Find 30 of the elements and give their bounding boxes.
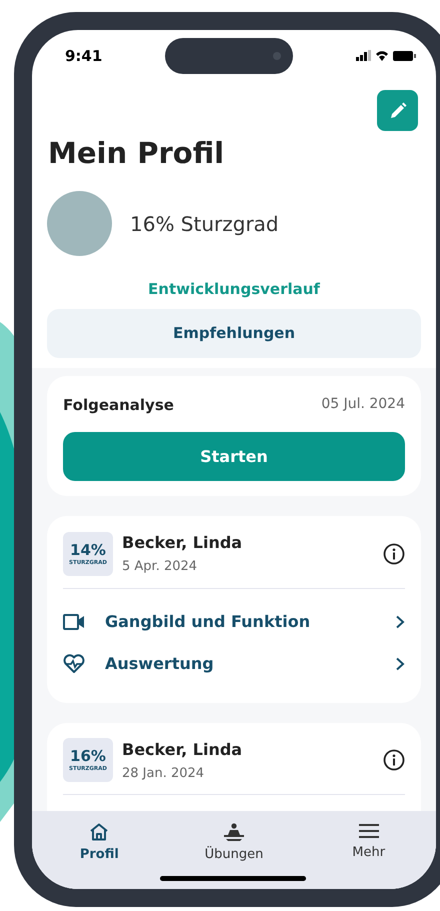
fall-risk-text: 16% Sturzgrad xyxy=(130,210,279,238)
history-link[interactable]: Entwicklungsverlauf xyxy=(148,278,320,300)
status-time: 9:41 xyxy=(65,46,102,67)
info-icon[interactable] xyxy=(383,749,405,772)
video-camera-icon xyxy=(63,612,85,630)
chevron-right-icon xyxy=(395,614,405,628)
recommendations-button[interactable]: Empfehlungen xyxy=(47,308,421,358)
menu-icon xyxy=(358,823,379,839)
follow-up-date: 05 Jul. 2024 xyxy=(321,395,405,414)
tab-item[interactable]: Übungen xyxy=(188,823,279,864)
assessment-date: 5 Apr. 2024 xyxy=(122,558,198,576)
status-icons xyxy=(356,50,416,62)
tab-item[interactable]: Mehr xyxy=(324,823,414,862)
result-link[interactable]: Gangbild und Funktion xyxy=(63,600,405,642)
meditation-icon xyxy=(222,823,245,841)
tab-item[interactable]: Profil xyxy=(54,823,144,864)
patient-name: Becker, Linda xyxy=(122,738,244,760)
start-button[interactable]: Starten xyxy=(63,432,405,481)
heart-pulse-icon xyxy=(63,654,85,674)
result-link[interactable]: Auswertung xyxy=(63,642,405,684)
chevron-right-icon xyxy=(395,656,405,670)
risk-percent: 14% xyxy=(70,540,106,559)
info-icon[interactable] xyxy=(383,542,405,565)
home-icon xyxy=(89,823,110,841)
risk-percent: 16% xyxy=(70,747,106,766)
follow-up-title: Folgeanalyse xyxy=(63,394,174,416)
page-title: Mein Profil xyxy=(47,135,226,172)
assessment-date: 28 Jan. 2024 xyxy=(122,764,206,782)
patient-name: Becker, Linda xyxy=(122,532,244,554)
edit-button[interactable] xyxy=(377,90,418,131)
